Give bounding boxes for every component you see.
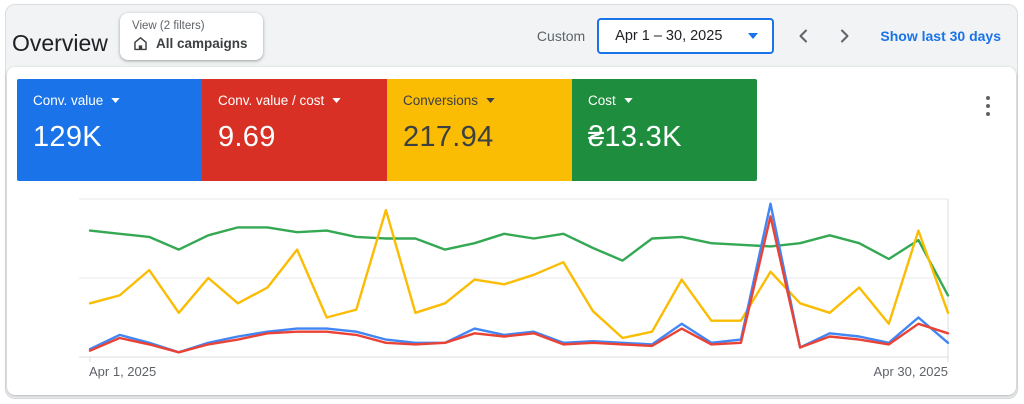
home-icon <box>134 37 147 51</box>
more-options-button[interactable] <box>973 89 1003 123</box>
next-date-range-button[interactable] <box>830 22 858 50</box>
date-controls: Custom Apr 1 – 30, 2025 Show last 30 day… <box>537 5 1001 67</box>
show-last-30-days-link[interactable]: Show last 30 days <box>880 28 1001 44</box>
scorecard-metric-dropdown[interactable]: Conv. value / cost <box>218 93 371 108</box>
dropdown-caret-icon <box>332 98 341 103</box>
more-vert-icon <box>986 104 990 108</box>
view-chip-label: All campaigns <box>156 36 248 51</box>
scorecard-value: 217.94 <box>403 121 494 153</box>
chevron-right-icon <box>841 29 849 43</box>
page-title: Overview <box>12 30 108 56</box>
scorecard-value: 129K <box>33 121 102 153</box>
timeseries-chart-canvas[interactable]: Apr 1, 2025 Apr 30, 2025 <box>71 191 961 387</box>
scorecard-conversions[interactable]: Conversions 217.94 <box>387 79 572 181</box>
view-filter-chip[interactable]: View (2 filters) All campaigns <box>120 13 263 60</box>
scorecard-cost[interactable]: Cost ₴13.3K <box>572 79 757 181</box>
timeseries-chart: Apr 1, 2025 Apr 30, 2025 <box>71 191 961 387</box>
scorecard-conv-value[interactable]: Conv. value 129K <box>17 79 202 181</box>
scorecard-value: 9.69 <box>218 121 276 153</box>
scorecard-metric-dropdown[interactable]: Conv. value <box>33 93 186 108</box>
scorecard-metric-dropdown[interactable]: Cost <box>588 93 741 108</box>
chevron-left-icon <box>799 29 808 43</box>
dropdown-caret-icon <box>624 98 633 103</box>
scorecard-value: ₴13.3K <box>588 121 682 153</box>
series-line-conversions <box>88 208 950 340</box>
scorecards-row: Conv. value 129K Conv. value / cost 9.69… <box>17 79 757 181</box>
overview-panel: Conv. value 129K Conv. value / cost 9.69… <box>7 67 1016 395</box>
more-vert-icon <box>986 112 990 116</box>
date-mode-label: Custom <box>536 28 586 44</box>
previous-date-range-button[interactable] <box>790 22 818 50</box>
app-frame: Overview View (2 filters) All campaigns … <box>5 4 1018 399</box>
series-line-cost <box>88 226 950 297</box>
dropdown-caret-icon <box>748 33 759 39</box>
more-vert-icon <box>986 96 990 100</box>
date-range-value: Apr 1 – 30, 2025 <box>615 28 723 44</box>
view-chip-caption: View (2 filters) <box>132 20 205 32</box>
dropdown-caret-icon <box>486 98 495 103</box>
x-axis-label-end: Apr 30, 2025 <box>874 364 948 379</box>
scorecard-metric-dropdown[interactable]: Conversions <box>403 93 556 108</box>
scorecard-conv-value-cost[interactable]: Conv. value / cost 9.69 <box>202 79 387 181</box>
dropdown-caret-icon <box>111 98 120 103</box>
x-axis-label-start: Apr 1, 2025 <box>89 364 156 379</box>
date-range-selector[interactable]: Apr 1 – 30, 2025 <box>597 18 775 54</box>
